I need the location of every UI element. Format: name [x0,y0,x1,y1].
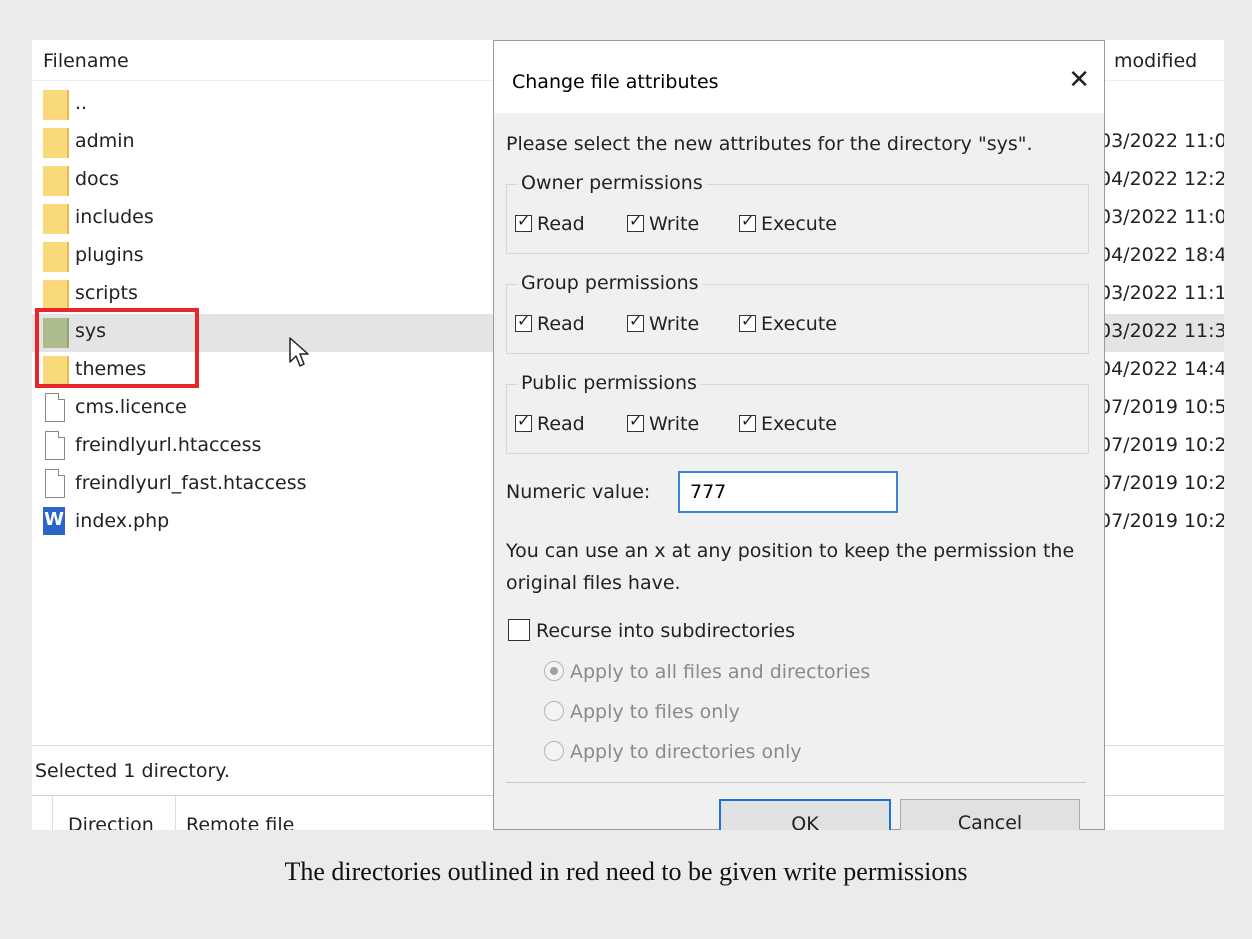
radio-directories-only[interactable]: Apply to directories only [544,741,802,763]
checkbox-label: Execute [761,313,837,335]
owner-permissions-group: Owner permissions Read Write Execute [506,172,1089,254]
radio-label: Apply to directories only [570,741,802,763]
checkbox-checked-icon [515,411,532,432]
checkbox-checked-icon [515,211,532,232]
public-read-checkbox[interactable]: Read [515,411,585,435]
file-name: docs [75,168,120,190]
group-label: Public permissions [517,372,701,394]
modified-date: 04/2022 14:4 [1099,358,1224,380]
modified-date: 03/2022 11:1 [1099,282,1224,304]
file-name: freindlyurl.htaccess [75,434,262,456]
radio-unselected-icon [544,701,564,721]
checkbox-label: Read [537,313,585,335]
numeric-value-input[interactable]: 777 [678,471,898,513]
group-permissions-group: Group permissions Read Write Execute [506,272,1089,354]
figure-caption: The directories outlined in red need to … [284,857,968,886]
hint-text: You can use an x at any position to keep… [506,540,1075,594]
dialog-prompt: Please select the new attributes for the… [506,133,1033,155]
file-icon [45,469,65,498]
radio-all-files-and-directories[interactable]: Apply to all files and directories [544,661,870,683]
red-highlight-outline [35,308,199,388]
modified-date: 04/2022 12:2 [1099,168,1224,190]
checkbox-checked-icon [739,311,756,332]
checkbox-label: Write [649,313,700,335]
checkbox-unchecked-icon [508,619,530,641]
php-file-icon: W [43,507,65,535]
folder-icon [43,166,69,196]
radio-label: Apply to all files and directories [570,661,871,683]
radio-unselected-icon [544,741,564,761]
ok-button[interactable]: OK [719,799,891,830]
radio-selected-icon [544,661,564,681]
remote-file-column-header[interactable]: Remote file [186,814,294,830]
file-name: .. [75,92,88,114]
public-execute-checkbox[interactable]: Execute [739,411,837,435]
dialog-divider [506,782,1086,783]
checkbox-checked-icon [627,311,644,332]
ftp-client-screenshot: Filename ^ modified .. admin 03/2022 11:… [32,40,1224,830]
modified-date: 03/2022 11:0 [1099,206,1224,228]
file-name: freindlyurl_fast.htaccess [75,472,307,494]
file-name: plugins [75,244,144,266]
owner-read-checkbox[interactable]: Read [515,211,585,235]
checkbox-label: Recurse into subdirectories [536,620,796,642]
file-icon [45,393,65,422]
status-text: Selected 1 directory. [35,760,230,782]
owner-execute-checkbox[interactable]: Execute [739,211,837,235]
modified-column-header[interactable]: modified [1114,50,1197,72]
recurse-checkbox[interactable]: Recurse into subdirectories [508,619,795,642]
file-name: index.php [75,510,170,532]
checkbox-label: Write [649,213,700,235]
checkbox-checked-icon [627,411,644,432]
radio-files-only[interactable]: Apply to files only [544,701,740,723]
sort-ascending-icon: ^ [368,40,382,51]
numeric-value-label: Numeric value: [506,481,651,503]
modified-date: 03/2022 11:0 [1099,130,1224,152]
folder-icon [43,242,69,272]
column-separator[interactable] [175,796,176,830]
change-file-attributes-dialog: Change file attributes ✕ Please select t… [493,40,1105,830]
checkbox-label: Execute [761,213,837,235]
checkbox-checked-icon [739,411,756,432]
group-read-checkbox[interactable]: Read [515,311,585,335]
checkbox-checked-icon [739,211,756,232]
group-write-checkbox[interactable]: Write [627,311,700,335]
modified-date: 07/2019 10:2 [1099,434,1224,456]
cancel-button[interactable]: Cancel [900,799,1080,830]
mouse-cursor-icon [289,337,309,367]
file-name: scripts [75,282,138,304]
file-icon [45,431,65,460]
public-permissions-group: Public permissions Read Write Execute [506,372,1089,454]
group-label: Owner permissions [517,172,707,194]
checkbox-label: Write [649,413,700,435]
folder-icon [43,128,69,158]
public-write-checkbox[interactable]: Write [627,411,700,435]
dialog-title: Change file attributes [512,71,719,93]
modified-date: 07/2019 10:2 [1099,472,1224,494]
direction-column-header[interactable]: Direction [68,814,154,830]
file-name: cms.licence [75,396,187,418]
modified-date: 04/2022 18:4 [1099,244,1224,266]
checkbox-label: Read [537,413,585,435]
radio-label: Apply to files only [570,701,740,723]
dialog-titlebar[interactable]: Change file attributes ✕ [494,41,1104,113]
group-label: Group permissions [517,272,703,294]
folder-icon [43,280,69,310]
folder-icon [43,204,69,234]
group-execute-checkbox[interactable]: Execute [739,311,837,335]
file-name: admin [75,130,135,152]
file-name: includes [75,206,154,228]
checkbox-label: Read [537,213,585,235]
modified-date: 03/2022 11:3 [1099,320,1224,342]
filename-column-header[interactable]: Filename [43,50,129,72]
modified-date: 07/2019 10:2 [1099,510,1224,532]
checkbox-checked-icon [627,211,644,232]
column-separator[interactable] [52,796,53,830]
checkbox-checked-icon [515,311,532,332]
owner-write-checkbox[interactable]: Write [627,211,700,235]
modified-date: 07/2019 10:5 [1099,396,1224,418]
close-icon[interactable]: ✕ [1068,65,1090,95]
checkbox-label: Execute [761,413,837,435]
folder-icon [43,90,69,120]
